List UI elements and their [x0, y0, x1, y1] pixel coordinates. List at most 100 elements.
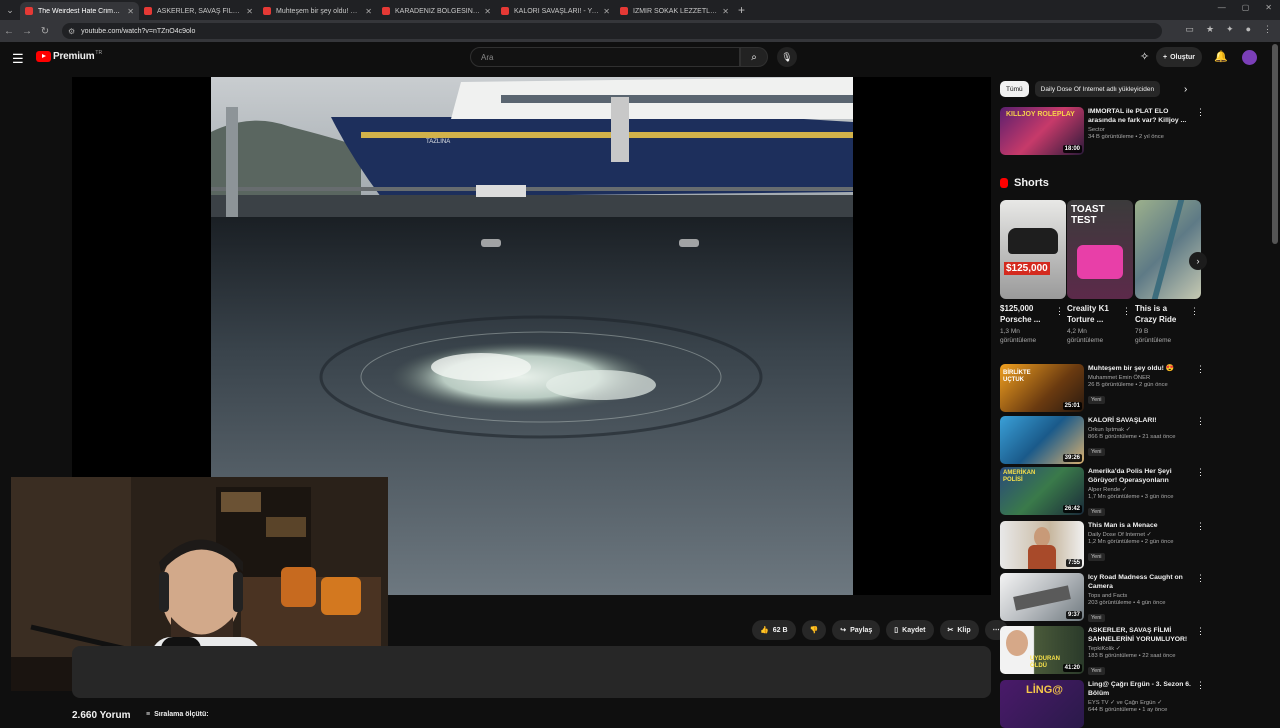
more-vertical-icon[interactable]: ⋮ — [1196, 626, 1205, 637]
video-title[interactable]: Ling@ Çağrı Ergün - 3. Sezon 6. Bölüm — [1088, 680, 1192, 698]
like-button[interactable]: 👍 62 B — [752, 620, 796, 640]
list-item[interactable]: LİNG@ Ling@ Çağrı Ergün - 3. Sezon 6. Bö… — [1000, 680, 1205, 728]
channel-name[interactable]: EYS TV ✓ ve Çağrı Ergün ✓ — [1088, 700, 1192, 706]
bookmark-star-icon[interactable]: ★ — [1206, 24, 1214, 35]
close-tab-icon[interactable]: ✕ — [365, 7, 372, 16]
share-button[interactable]: ↪ Paylaş — [832, 620, 881, 640]
short-thumbnail[interactable]: $125,000 — [1000, 200, 1066, 299]
page-scrollbar[interactable] — [1272, 44, 1278, 244]
address-bar[interactable]: ⚙ youtube.com/watch?v=nTZnO4c9olo — [62, 23, 1162, 39]
close-tab-icon[interactable]: ✕ — [246, 7, 253, 16]
short-title[interactable]: This is a Crazy Ride — [1135, 303, 1187, 325]
youtube-logo[interactable]: Premium TR — [36, 50, 102, 62]
create-button[interactable]: + Oluştur — [1156, 47, 1202, 67]
short-card[interactable]: TOAST TEST Creality K1 Torture ... 4,2 M… — [1067, 200, 1133, 345]
short-title[interactable]: $125,000 Porsche ... — [1000, 303, 1052, 325]
channel-name[interactable]: TepkiKolik ✓ — [1088, 646, 1192, 652]
short-thumbnail[interactable]: TOAST TEST — [1067, 200, 1133, 299]
more-vertical-icon[interactable]: ⋮ — [1196, 416, 1205, 427]
search-input[interactable]: Ara — [470, 47, 740, 67]
browser-tab[interactable]: İZMİR SOKAK LEZZETLERİ - You✕ — [615, 2, 734, 20]
sort-comments-button[interactable]: ≡ Sıralama ölçütü: — [146, 711, 209, 718]
list-item[interactable]: 7:55 This Man is a Menace Daily Dose Of … — [1000, 521, 1205, 569]
more-vertical-icon[interactable]: ⋮ — [1196, 521, 1205, 532]
video-title[interactable]: This Man is a Menace — [1088, 521, 1192, 530]
microphone-icon[interactable]: 🎙 — [777, 47, 797, 67]
video-thumbnail[interactable]: 9:37 — [1000, 573, 1084, 621]
browser-menu-icon[interactable]: ⋮ — [1263, 24, 1272, 35]
chevron-right-icon[interactable]: › — [1184, 84, 1187, 95]
video-thumbnail[interactable]: 39:26 — [1000, 416, 1084, 464]
back-icon[interactable]: ← — [0, 26, 18, 37]
save-button[interactable]: ▯ Kaydet — [886, 620, 934, 640]
video-title[interactable]: Amerika'da Polis Her Şeyi Görüyor! Opera… — [1088, 467, 1192, 485]
list-item[interactable]: AMERİKAN POLİSİ 26:42 Amerika'da Polis H… — [1000, 467, 1205, 518]
list-item[interactable]: 39:26 KALORİ SAVAŞLARI! Orkun Işıtmak ✓ … — [1000, 416, 1205, 464]
video-thumbnail[interactable]: 7:55 — [1000, 521, 1084, 569]
more-vertical-icon[interactable]: ⋮ — [1055, 306, 1064, 317]
list-item[interactable]: BİRLİKTE UÇTUK 25:01 Muhteşem bir şey ol… — [1000, 364, 1205, 412]
channel-name[interactable]: Orkun Işıtmak ✓ — [1088, 427, 1192, 433]
new-tab-icon[interactable]: + — [738, 3, 745, 17]
more-vertical-icon[interactable]: ⋮ — [1196, 680, 1205, 691]
video-thumbnail[interactable]: AMERİKAN POLİSİ 26:42 — [1000, 467, 1084, 515]
more-vertical-icon[interactable]: ⋮ — [1196, 573, 1205, 584]
channel-name[interactable]: Muhammet Emin ÖNER — [1088, 375, 1192, 381]
chip-from-uploader[interactable]: Daily Dose Of Internet adlı yükleyiciden — [1034, 81, 1161, 97]
video-title[interactable]: Muhteşem bir şey oldu! 😍 — [1088, 364, 1192, 373]
premium-settings-icon[interactable]: ✧ — [1140, 50, 1149, 63]
video-title[interactable]: KALORİ SAVAŞLARI! — [1088, 416, 1192, 425]
channel-name[interactable]: Alper Rende ✓ — [1088, 487, 1192, 493]
close-tab-icon[interactable]: ✕ — [127, 7, 134, 16]
more-vertical-icon[interactable]: ⋮ — [1196, 467, 1205, 478]
more-vertical-icon[interactable]: ⋮ — [1196, 107, 1205, 118]
list-item[interactable]: UYDURAN ÖLDÜ 41:20 ASKERLER, SAVAŞ FİLMİ… — [1000, 626, 1205, 677]
channel-name[interactable]: Tops and Facts — [1088, 593, 1192, 599]
channel-name[interactable]: Sector — [1088, 127, 1192, 133]
reload-icon[interactable]: ↻ — [36, 26, 54, 37]
notifications-bell-icon[interactable]: 🔔 — [1214, 50, 1228, 63]
menu-icon[interactable]: ☰ — [12, 51, 24, 67]
video-title[interactable]: IMMORTAL ile PLAT ELO arasında ne fark v… — [1088, 107, 1192, 125]
video-title[interactable]: Icy Road Madness Caught on Camera — [1088, 573, 1192, 591]
close-window-icon[interactable]: ✕ — [1265, 3, 1272, 12]
avatar[interactable] — [1242, 50, 1257, 65]
shorts-next-button[interactable]: › — [1189, 252, 1207, 270]
video-thumbnail[interactable]: BİRLİKTE UÇTUK 25:01 — [1000, 364, 1084, 412]
more-vertical-icon[interactable]: ⋮ — [1190, 306, 1199, 317]
close-tab-icon[interactable]: ✕ — [722, 7, 729, 16]
chip-all[interactable]: Tümü — [1000, 81, 1029, 97]
close-tab-icon[interactable]: ✕ — [484, 7, 491, 16]
video-title[interactable]: ASKERLER, SAVAŞ FİLMİ SAHNELERİNİ YORUML… — [1088, 626, 1192, 644]
more-vertical-icon[interactable]: ⋮ — [1196, 364, 1205, 375]
browser-tab[interactable]: ASKERLER, SAVAŞ FİLMİ SAHNE ✕ — [139, 2, 258, 20]
maximize-icon[interactable]: ▢ — [1242, 3, 1250, 12]
tab-search-icon[interactable]: ⌄ — [0, 0, 20, 20]
short-card[interactable]: This is a Crazy Ride 79 B görüntüleme ⋮ — [1135, 200, 1201, 345]
cast-icon[interactable]: ▭ — [1185, 24, 1194, 35]
description-box[interactable] — [72, 646, 991, 698]
clip-button[interactable]: ✂ Klip — [939, 620, 979, 640]
dislike-button[interactable]: 👎 — [801, 620, 827, 640]
browser-tab[interactable]: The Weirdest Hate Crime - YouTube ✕ — [20, 2, 139, 20]
close-tab-icon[interactable]: ✕ — [603, 7, 610, 16]
browser-tab[interactable]: KARADENİZ BÖLGESİNİN EN Ç ✕ — [377, 2, 496, 20]
search-icon[interactable]: ⌕ — [740, 47, 768, 67]
video-thumbnail[interactable]: KILLJOY ROLEPLAY 18:00 — [1000, 107, 1084, 155]
video-thumbnail[interactable]: UYDURAN ÖLDÜ 41:20 — [1000, 626, 1084, 674]
browser-tab[interactable]: Muhteşem bir şey oldu! 😍 - YouTube ✕ — [258, 2, 377, 20]
short-title[interactable]: Creality K1 Torture ... — [1067, 303, 1119, 325]
short-card[interactable]: $125,000 $125,000 Porsche ... 1,3 Mn gör… — [1000, 200, 1066, 345]
minimize-icon[interactable]: — — [1218, 3, 1226, 12]
browser-tab[interactable]: KALORİ SAVAŞLARI! - YouTube✕ — [496, 2, 615, 20]
profile-icon[interactable]: ● — [1246, 24, 1251, 35]
short-thumbnail[interactable] — [1135, 200, 1201, 299]
channel-name[interactable]: Daily Dose Of Internet ✓ — [1088, 532, 1192, 538]
forward-icon[interactable]: → — [18, 26, 36, 37]
video-thumbnail[interactable]: LİNG@ — [1000, 680, 1084, 728]
list-item[interactable]: KILLJOY ROLEPLAY 18:00 IMMORTAL ile PLAT… — [1000, 107, 1205, 155]
more-vertical-icon[interactable]: ⋮ — [1122, 306, 1131, 317]
list-item[interactable]: 9:37 Icy Road Madness Caught on Camera T… — [1000, 573, 1205, 624]
extensions-icon[interactable]: ✦ — [1226, 24, 1234, 35]
site-info-icon[interactable]: ⚙ — [68, 27, 75, 36]
